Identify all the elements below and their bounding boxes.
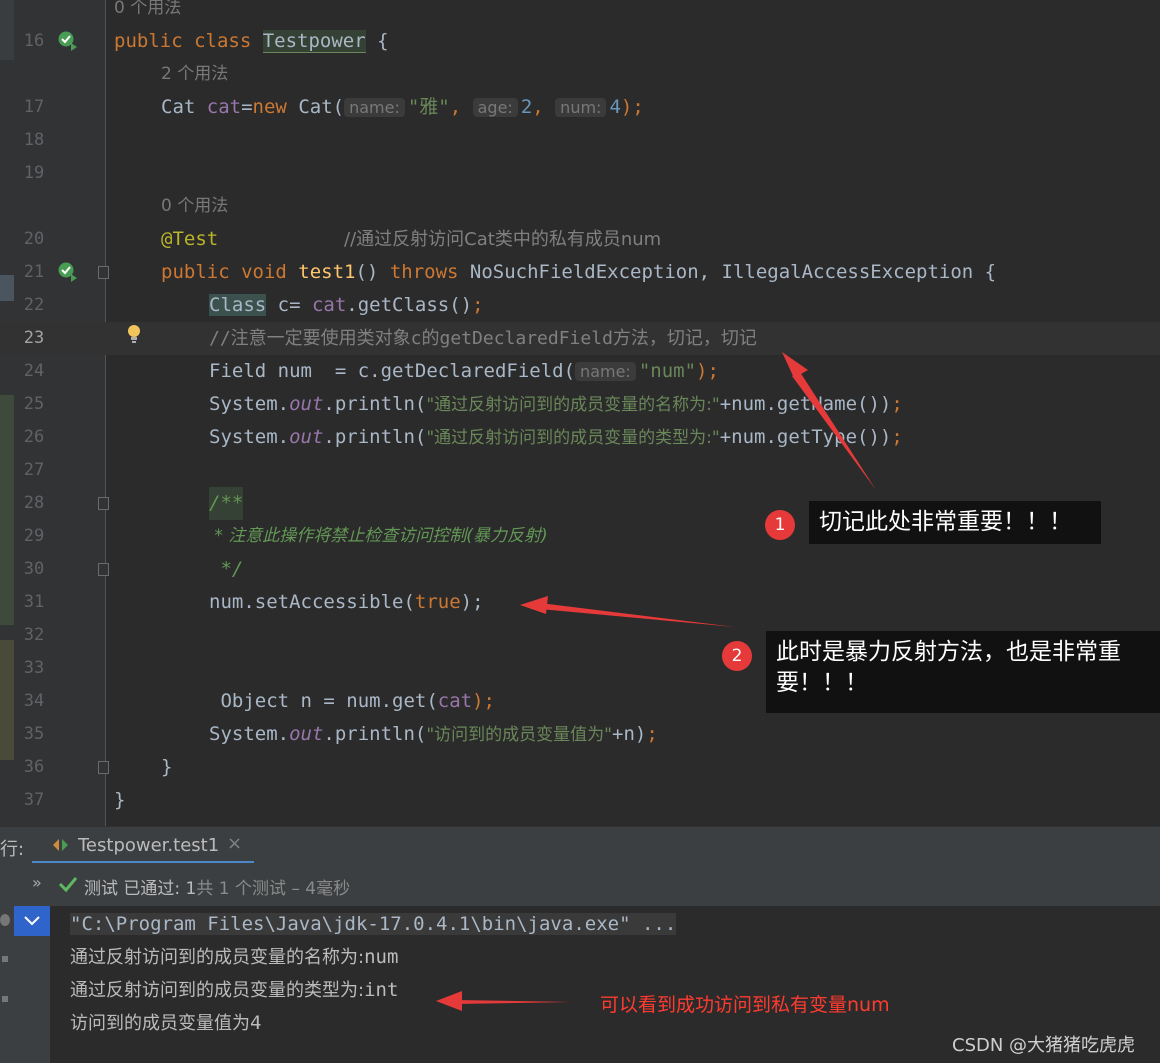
annotation-badge-1: 1 bbox=[765, 510, 795, 540]
check-icon bbox=[58, 875, 78, 897]
console-line-1: 通过反射访问到的成员变量的名称为:num bbox=[70, 946, 399, 968]
code-editor[interactable]: 0 个用法 16 public class Testpower { 2 个用法 … bbox=[0, 0, 1160, 826]
console-annotation-note: 可以看到成功访问到私有变量num bbox=[600, 994, 890, 1016]
console-line-3: 访问到的成员变量值为4 bbox=[70, 1012, 262, 1034]
console-line-2: 通过反射访问到的成员变量的类型为:int bbox=[70, 979, 399, 1001]
run-label: 行: bbox=[0, 839, 25, 860]
watermark: CSDN @大猪猪吃虎虎 bbox=[952, 1035, 1136, 1056]
test-detail: 共 1 个测试 – 4毫秒 bbox=[196, 879, 351, 899]
test-tree-root-selected[interactable] bbox=[14, 906, 50, 936]
test-status-bar: » 测试 已通过: 1共 1 个测试 – 4毫秒 bbox=[0, 863, 1160, 907]
console-command-line: "C:\Program Files\Java\jdk-17.0.4.1\bin\… bbox=[70, 913, 677, 935]
test-pass-status: 测试 已通过: 1 bbox=[84, 879, 197, 899]
annotation-tooltip-1: 切记此处非常重要！！！ bbox=[809, 501, 1101, 544]
arrow-2 bbox=[540, 603, 735, 627]
test-config-icon bbox=[52, 837, 70, 857]
expand-chevron-icon[interactable]: » bbox=[32, 873, 42, 892]
run-tab-testpower[interactable]: Testpower.test1 × bbox=[32, 827, 254, 864]
close-tab-icon[interactable]: × bbox=[227, 833, 242, 854]
annotation-badge-2: 2 bbox=[722, 641, 752, 671]
run-tool-window-header: 行: Testpower.test1 × bbox=[0, 826, 1160, 864]
test-tree-panel[interactable] bbox=[14, 906, 51, 1063]
run-toolbar-strip[interactable] bbox=[0, 906, 14, 1063]
arrow-1 bbox=[792, 372, 876, 490]
annotation-tooltip-2: 此时是暴力反射方法，也是非常重 要！！！ bbox=[766, 631, 1160, 713]
